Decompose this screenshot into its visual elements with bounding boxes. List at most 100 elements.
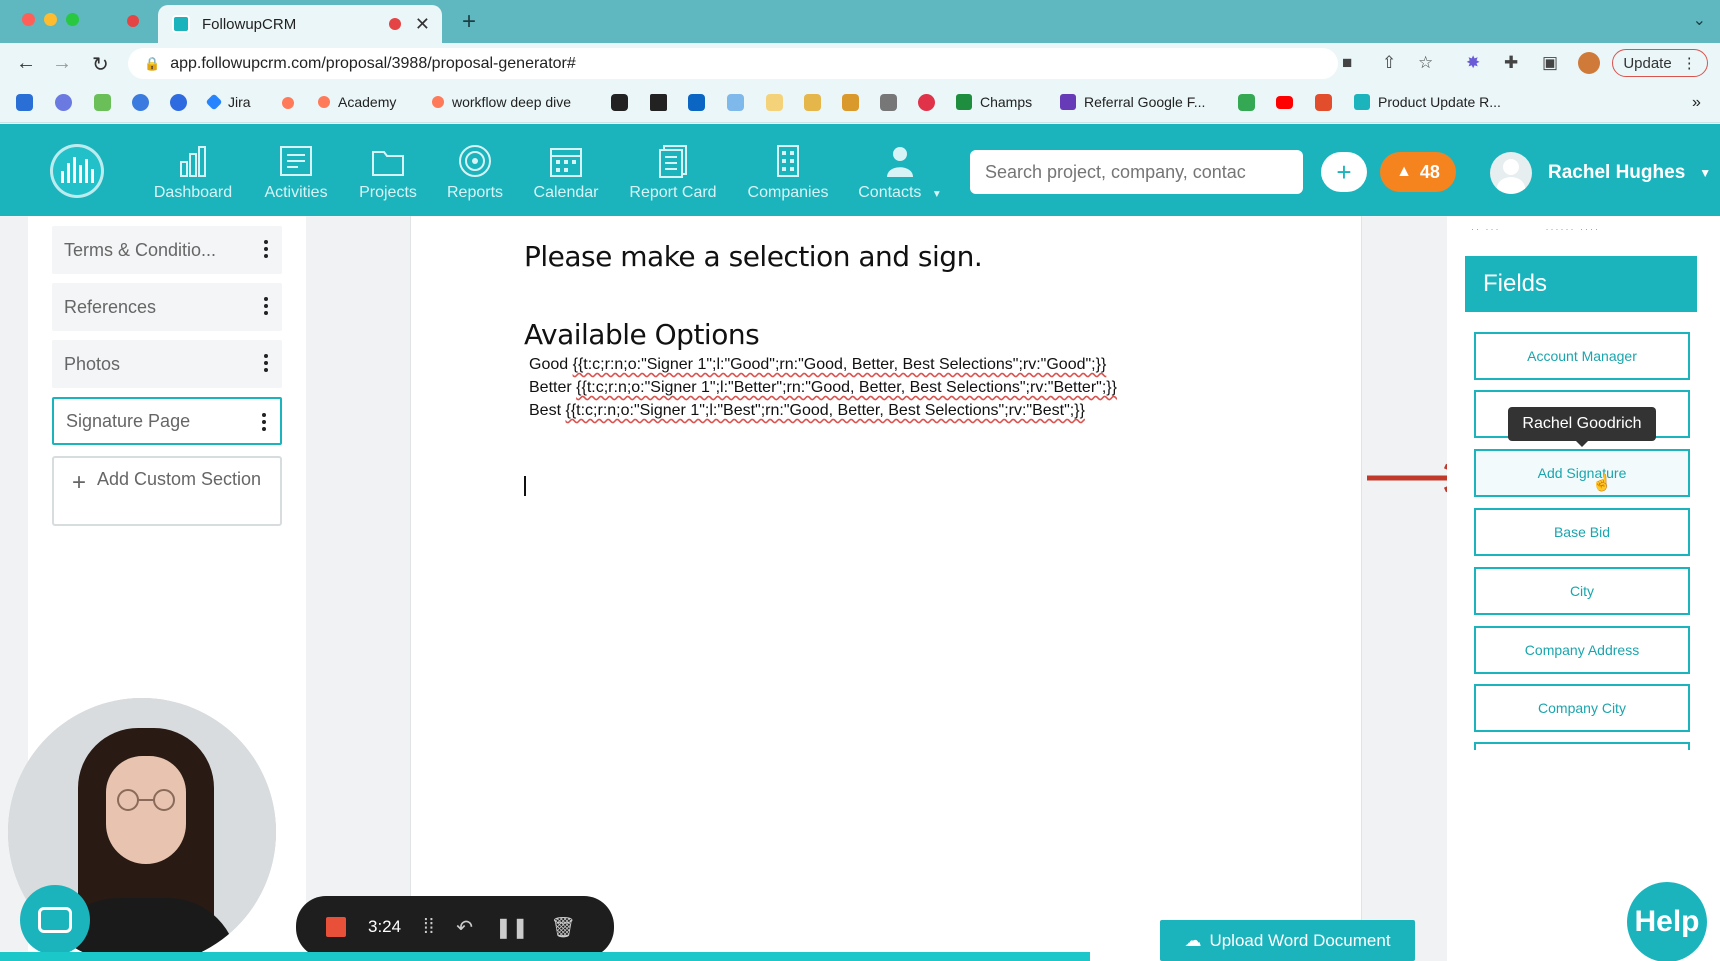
new-tab-button[interactable]: + — [462, 8, 476, 36]
url-text: app.followupcrm.com/proposal/3988/propos… — [170, 54, 576, 72]
profile-avatar[interactable] — [1578, 52, 1600, 74]
nav-dashboard[interactable]: Dashboard — [150, 144, 236, 202]
more-options-icon[interactable] — [264, 240, 268, 261]
outlook-bookmark-icon[interactable] — [16, 94, 33, 111]
browser-tab[interactable]: FollowupCRM ✕ — [158, 5, 442, 43]
settings-bookmark-icon[interactable] — [55, 94, 72, 111]
bookmark-referral-google-form[interactable]: Referral Google F... — [1060, 94, 1205, 110]
field-account-manager[interactable]: Account Manager — [1474, 332, 1690, 380]
nav-report-card[interactable]: Report Card — [624, 144, 722, 202]
option-token: {{t:c;r:n;o:"Signer 1";l:"Best";rn:"Good… — [565, 402, 1085, 419]
more-options-icon[interactable] — [264, 354, 268, 375]
section-signature-page[interactable]: Signature Page — [52, 397, 282, 445]
notifications-button[interactable]: ▲ 48 — [1380, 152, 1456, 192]
trash-icon[interactable]: 🗑 — [551, 915, 576, 940]
option-line-better: Better {{t:c;r:n;o:"Signer 1";l:"Better"… — [529, 379, 1117, 397]
document-subheading: Available Options — [524, 318, 760, 351]
extensions-puzzle-icon[interactable]: ✚ — [1504, 53, 1518, 73]
maximize-window-button[interactable] — [66, 13, 79, 26]
more-menu-icon: ⋮ — [1681, 55, 1697, 72]
search-input[interactable] — [970, 150, 1303, 194]
bookmark-star-icon[interactable]: ☆ — [1418, 53, 1433, 73]
option-line-good: Good {{t:c;r:n;o:"Signer 1";l:"Good";rn:… — [529, 356, 1106, 374]
nav-companies[interactable]: Companies — [742, 144, 834, 202]
section-photos[interactable]: Photos — [52, 340, 282, 388]
camera-icon[interactable]: ■ — [1342, 53, 1352, 73]
field-company-city[interactable]: Company City — [1474, 684, 1690, 732]
proposal-document-editor[interactable]: Please make a selection and sign. Availa… — [410, 216, 1362, 961]
update-button[interactable]: Update ⋮ — [1612, 49, 1708, 77]
option-line-best: Best {{t:c;r:n;o:"Signer 1";l:"Best";rn:… — [529, 402, 1085, 420]
field-partial[interactable] — [1474, 742, 1690, 750]
nav-activities[interactable]: Activities — [256, 144, 336, 202]
add-button[interactable]: + — [1321, 152, 1367, 192]
add-custom-section-button[interactable]: + Add Custom Section — [52, 456, 282, 526]
nav-label: Contacts — [858, 184, 922, 201]
stop-recording-button[interactable] — [326, 917, 346, 937]
bookmark-workflow-deep-dive[interactable]: workflow deep dive — [432, 94, 571, 110]
nav-calendar[interactable]: Calendar — [528, 144, 604, 202]
video-progress-bar[interactable] — [0, 952, 1090, 961]
more-bookmarks-icon[interactable]: » — [1692, 94, 1701, 112]
app-header: Dashboard Activities Projects Reports Ca… — [0, 124, 1720, 216]
followupcrm-logo-icon[interactable] — [50, 144, 104, 198]
bookmark-champs[interactable]: Champs — [956, 94, 1032, 110]
undo-icon[interactable]: ↶ — [456, 915, 473, 940]
circle-bookmark-icon[interactable] — [170, 94, 187, 111]
nav-projects[interactable]: Projects — [352, 144, 424, 202]
user-menu[interactable]: Rachel Hughes ▼ — [1490, 152, 1711, 194]
recording-indicator-icon — [127, 15, 139, 27]
image-bookmark-icon[interactable] — [804, 94, 821, 111]
sidebar-toggle-icon[interactable]: ▣ — [1542, 53, 1558, 73]
share-icon[interactable]: ⇧ — [1382, 53, 1396, 73]
diamond-bookmark-icon[interactable] — [727, 94, 744, 111]
document-heading: Please make a selection and sign. — [524, 240, 983, 273]
bookmark-jira[interactable]: Jira — [205, 93, 251, 111]
extension-icon[interactable]: ✸ — [1466, 53, 1480, 73]
field-company-address[interactable]: Company Address — [1474, 626, 1690, 674]
field-add-signature[interactable]: Add Signature ☝ — [1474, 449, 1690, 497]
microscope-bookmark-icon[interactable] — [880, 94, 897, 111]
notion-bookmark-icon[interactable] — [611, 94, 628, 111]
linkedin-bookmark-icon[interactable] — [688, 94, 705, 111]
more-options-icon[interactable] — [262, 413, 266, 434]
cloud-bookmark-icon[interactable] — [766, 94, 783, 111]
bar-chart-icon — [175, 144, 211, 178]
more-options-icon[interactable] — [264, 297, 268, 318]
upload-word-document-button[interactable]: ☁ Upload Word Document — [1160, 920, 1415, 961]
leaf-bookmark-icon[interactable] — [94, 94, 111, 111]
address-bar-row: ← → ↻ 🔒 app.followupcrm.com/proposal/398… — [0, 43, 1720, 83]
chat-button[interactable] — [20, 885, 90, 955]
section-references[interactable]: References — [52, 283, 282, 331]
forward-button[interactable]: → — [52, 52, 72, 75]
nav-contacts[interactable]: Contacts ▼ — [852, 144, 948, 202]
back-button[interactable]: ← — [16, 52, 36, 75]
acrobat-bookmark-icon[interactable] — [1315, 94, 1332, 111]
tab-list-chevron-icon[interactable]: ⌄ — [1693, 10, 1706, 30]
trophy-bookmark-icon[interactable] — [842, 94, 859, 111]
field-city[interactable]: City — [1474, 567, 1690, 615]
drive-bookmark-icon[interactable] — [1238, 94, 1255, 111]
close-tab-icon[interactable]: ✕ — [415, 14, 430, 35]
grid-icon[interactable]: ⁞⁞ — [423, 916, 434, 939]
nav-reports[interactable]: Reports — [440, 144, 510, 202]
close-window-button[interactable] — [22, 13, 35, 26]
help-button[interactable]: Help — [1627, 882, 1707, 961]
url-field[interactable]: 🔒 app.followupcrm.com/proposal/3988/prop… — [128, 48, 1338, 79]
section-label: Terms & Conditio... — [64, 239, 217, 260]
pause-icon[interactable]: ❚❚ — [495, 915, 529, 940]
c-bookmark-icon[interactable] — [132, 94, 149, 111]
field-base-bid[interactable]: Base Bid — [1474, 508, 1690, 556]
minimize-window-button[interactable] — [44, 13, 57, 26]
plus-icon: + — [72, 469, 87, 496]
heart-bookmark-icon[interactable] — [918, 94, 935, 111]
option-name: Better — [529, 379, 572, 396]
section-terms-conditions[interactable]: Terms & Conditio... — [52, 226, 282, 274]
hubspot-bookmark-icon[interactable] — [282, 97, 294, 109]
bookmark-label: Referral Google F... — [1084, 94, 1206, 110]
reload-button[interactable]: ↻ — [92, 52, 109, 77]
graduation-bookmark-icon[interactable] — [650, 94, 667, 111]
youtube-bookmark-icon[interactable] — [1276, 96, 1293, 109]
bookmark-product-update[interactable]: Product Update R... — [1354, 94, 1501, 110]
bookmark-academy[interactable]: Academy — [318, 94, 396, 110]
